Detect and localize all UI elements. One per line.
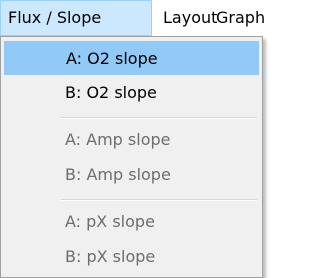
menu-item-b-amp-slope: B: Amp slope <box>65 165 171 184</box>
menu-bar: Flux / Slope Layout Graph <box>0 0 265 36</box>
menu-separator <box>61 117 257 119</box>
menu-item-b-o2-slope[interactable]: B: O2 slope <box>4 76 259 110</box>
menu-item-a-px-slope: A: pX slope <box>65 212 155 231</box>
menu-item-a-amp-slope: A: Amp slope <box>65 130 171 149</box>
menu-graph[interactable]: Graph <box>216 0 265 36</box>
menu-item-a-o2-slope[interactable]: A: O2 slope <box>4 41 259 75</box>
menu-layout[interactable]: Layout <box>163 0 217 36</box>
menu-item-b-px-slope: B: pX slope <box>65 247 156 266</box>
menu-flux-slope[interactable]: Flux / Slope <box>0 0 152 36</box>
flux-slope-dropdown: A: O2 slope B: O2 slope A: Amp slope B: … <box>0 36 263 278</box>
menu-separator <box>61 199 257 201</box>
